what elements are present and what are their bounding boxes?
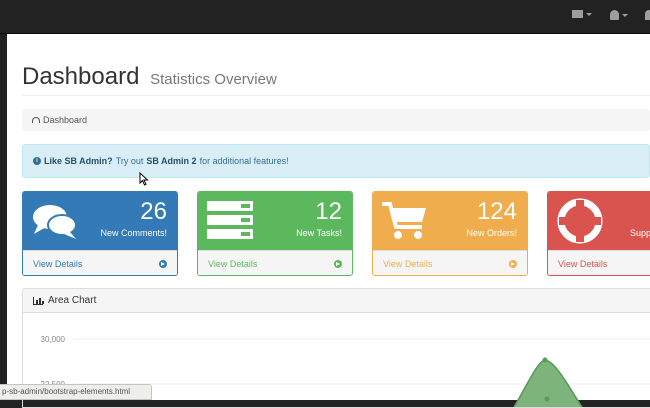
dashboard-icon — [32, 117, 40, 123]
tasks-count: 12 — [315, 198, 342, 225]
sidebar-edge — [0, 34, 7, 400]
data-point — [542, 357, 548, 363]
top-navbar — [0, 0, 650, 34]
alerts-dropdown[interactable] — [610, 10, 628, 20]
orders-panel: 124 New Orders! View Details — [372, 191, 528, 276]
view-details-label: View Details — [558, 259, 608, 269]
page-title: Dashboard Statistics Overview — [22, 62, 650, 95]
info-alert: i Like SB Admin? Try out SB Admin 2 for … — [22, 144, 650, 178]
browser-status-bar: p-sb-admin/bootstrap-elements.html — [0, 384, 152, 400]
view-details-label: View Details — [33, 259, 83, 269]
alert-lead: Like SB Admin? — [44, 156, 113, 166]
messages-dropdown[interactable] — [572, 10, 592, 18]
caret-down-icon — [586, 12, 592, 16]
tasks-panel-heading: 12 New Tasks! — [198, 192, 352, 250]
support-view-details[interactable]: View Details — [548, 250, 650, 275]
comments-panel-heading: 26 New Comments! — [23, 192, 177, 250]
page-header: Dashboard Statistics Overview — [22, 62, 650, 96]
orders-count: 124 — [476, 198, 517, 225]
view-details-label: View Details — [383, 259, 433, 269]
support-label: Supp — [630, 228, 650, 238]
comments-icon — [33, 205, 77, 239]
alert-link[interactable]: SB Admin 2 — [146, 156, 196, 166]
bell-icon — [610, 10, 619, 20]
page-wrapper: Dashboard Statistics Overview Dashboard … — [7, 34, 650, 408]
tasks-label: New Tasks! — [296, 228, 342, 238]
data-point — [544, 396, 550, 402]
area-chart-heading: Area Chart — [23, 289, 650, 313]
breadcrumb-item-dashboard: Dashboard — [43, 115, 88, 125]
page-title-text: Dashboard — [22, 63, 140, 90]
bar-chart-icon — [33, 296, 44, 305]
support-panel-heading: Supp — [548, 192, 650, 250]
info-circle-icon: i — [33, 157, 41, 165]
view-details-label: View Details — [208, 259, 258, 269]
mouse-cursor-icon — [139, 172, 149, 186]
tasks-panel: 12 New Tasks! View Details — [197, 191, 353, 276]
orders-panel-heading: 124 New Orders! — [373, 192, 527, 250]
orders-view-details[interactable]: View Details — [373, 250, 527, 275]
user-dropdown[interactable] — [645, 10, 650, 20]
support-panel: Supp View Details — [547, 191, 650, 276]
tasks-icon — [207, 201, 253, 239]
area-chart-title: Area Chart — [48, 295, 97, 306]
life-ring-icon — [557, 198, 603, 244]
arrow-circle-right-icon — [159, 260, 167, 268]
arrow-circle-right-icon — [334, 260, 342, 268]
tasks-view-details[interactable]: View Details — [198, 250, 352, 275]
caret-down-icon — [622, 13, 628, 17]
envelope-icon — [572, 10, 583, 18]
shopping-cart-icon — [382, 202, 426, 239]
comments-panel: 26 New Comments! View Details — [22, 191, 178, 276]
comments-count: 26 — [140, 198, 167, 225]
alert-middle: Try out — [115, 156, 144, 166]
orders-label: New Orders! — [466, 228, 517, 238]
comments-view-details[interactable]: View Details — [23, 250, 177, 275]
alert-tail: for additional features! — [199, 156, 289, 166]
user-icon — [645, 10, 650, 20]
arrow-circle-right-icon — [509, 260, 517, 268]
y-tick-label: 30,000 — [41, 335, 66, 344]
comments-label: New Comments! — [100, 228, 167, 238]
breadcrumb: Dashboard — [22, 109, 650, 131]
page-subtitle: Statistics Overview — [150, 71, 277, 88]
